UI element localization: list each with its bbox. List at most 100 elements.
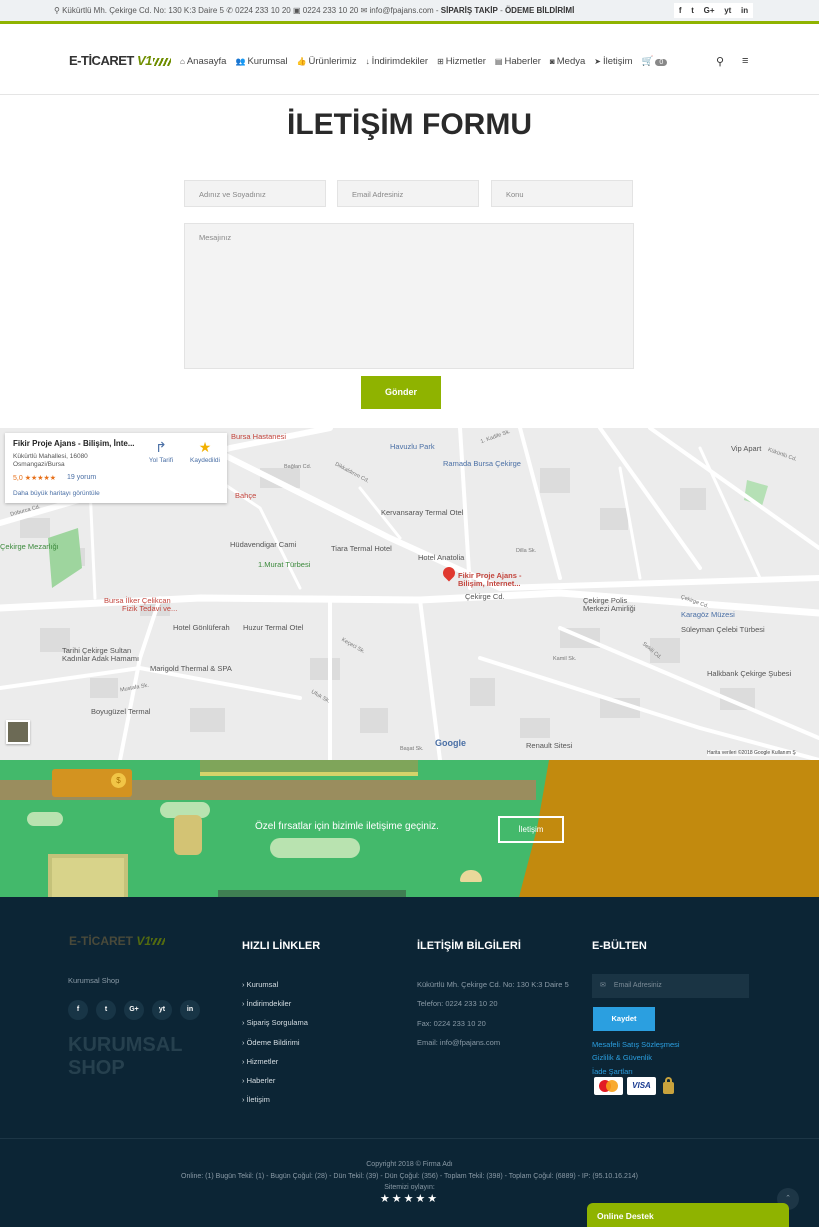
cta-banner: $ Özel fırsatlar için bizimle iletişime … [0,760,819,897]
search-icon[interactable]: ⚲ [716,55,724,68]
quick-link[interactable]: › Haberler [242,1071,308,1090]
email-input[interactable]: Email Adresiniz [337,180,479,207]
twitter-icon[interactable]: t [96,1000,116,1020]
nav-item-corporate[interactable]: 👥 Kurumsal [235,56,287,67]
footer-logo[interactable]: E-TİCARET V1 [69,934,166,948]
rate-site-label: Sitemizi oylayın: [384,1184,435,1191]
legal-link-returns[interactable]: İade Şartları [592,1065,680,1078]
youtube-icon[interactable]: yt [724,6,731,15]
map-label: Ramada Bursa Çekirge [443,459,521,468]
footer-divider [0,1138,819,1139]
contact-fax: Fax: 0224 233 10 20 [417,1018,486,1028]
topbar-social: f t G+ yt in [674,3,753,18]
place-name[interactable]: Fikir Proje Ajans - Bilişim, İnte... [13,439,135,448]
star-icon: ★ [198,439,212,455]
mastercard-icon [594,1077,623,1095]
logo-stripes [152,57,171,66]
map-label: Marigold Thermal & SPA [150,664,232,673]
place-rating: 5,0 ★★★★★ [13,475,57,482]
camera-icon: ◙ [549,57,555,66]
nav-label: Hizmetler [445,56,486,67]
nav-item-discounts[interactable]: ↓ İndirimdekiler [366,56,429,67]
visa-icon: VISA [627,1077,656,1095]
legal-link-privacy[interactable]: Gizlilik & Güvenlik [592,1051,680,1064]
google-plus-icon[interactable]: G+ [124,1000,144,1020]
legal-link-distance-sales[interactable]: Mesafeli Satış Sözleşmesi [592,1038,680,1051]
quick-link[interactable]: › Ödeme Bildirimi [242,1033,308,1052]
satellite-toggle[interactable] [6,720,30,744]
site-logo[interactable]: E-TİCARET V1 [69,53,171,68]
nav-item-media[interactable]: ◙ Medya [550,56,585,67]
quick-link[interactable]: › Kurumsal [242,975,308,994]
youtube-icon[interactable]: yt [152,1000,172,1020]
top-bar: ⚲ Kükürtlü Mh. Çekirge Cd. No: 130 K:3 D… [0,0,819,24]
map-label: Bahçe [235,491,257,500]
map-label: Renault Sitesi [526,741,573,750]
topbar-email[interactable]: info@fpajans.com [370,6,434,15]
parachute-illustration [460,870,482,882]
online-support-tab[interactable]: Online Destek [587,1203,789,1227]
nav-item-services[interactable]: ⊞ Hizmetler [437,56,486,67]
nav-item-products[interactable]: 👍 Ürünlerimiz [297,56,357,67]
site-footer: E-TİCARET V1 Kurumsal Shop f t G+ yt in … [0,897,819,1227]
quick-links-list: › Kurumsal › İndirimdekiler › Sipariş So… [242,975,308,1109]
twitter-icon[interactable]: t [691,6,694,15]
quick-link[interactable]: › Sipariş Sorgulama [242,1013,308,1032]
street-label: Bağlan Cd. [284,464,312,470]
banner-contact-button[interactable]: İletişim [498,816,564,843]
footer-logo-v1: V1 [136,934,152,948]
footer-social: f t G+ yt in [68,1000,200,1020]
contact-info-bar: ⚲ Kükürtlü Mh. Çekirge Cd. No: 130 K:3 D… [54,6,575,15]
facebook-icon[interactable]: f [68,1000,88,1020]
message-textarea[interactable]: Mesajınız [184,223,634,369]
legal-links: Mesafeli Satış Sözleşmesi Gizlilik & Güv… [592,1038,680,1078]
nav-label: Medya [556,56,586,67]
newsletter-email-input[interactable]: ✉ Email Adresiniz [592,974,749,998]
contact-list: Kükürtlü Mh. Çekirge Cd. No: 130 K:3 Dai… [417,975,569,1052]
cloud-illustration [27,812,63,826]
linkedin-icon[interactable]: in [180,1000,200,1020]
cart-button[interactable]: 🛒 0 [642,56,668,67]
nav-label: İletişim [602,56,633,67]
nav-item-news[interactable]: ▤ Haberler [495,56,541,67]
map-label: Havuzlu Park [390,442,435,451]
embedded-map[interactable]: Havuzlu Park Ramada Bursa Çekirge Vip Ap… [0,428,819,760]
name-input[interactable]: Adınız ve Soyadınız [184,180,326,207]
submit-button[interactable]: Gönder [361,376,441,409]
directions-button[interactable]: ↱ Yol Tarifi [142,439,180,464]
quick-link[interactable]: › İletişim [242,1090,308,1109]
facebook-icon[interactable]: f [679,6,682,15]
google-plus-icon[interactable]: G+ [704,6,715,15]
site-header: E-TİCARET V1 ⌂ Anasayfa 👥 Kurumsal 👍 Ürünle… [0,27,819,95]
linkedin-icon[interactable]: in [741,6,748,15]
main-nav: ⌂ Anasayfa 👥 Kurumsal 👍 Ürünlerimiz ↓ İndiri… [180,56,668,67]
street-label: Kamil Sk. [553,656,577,662]
wallet-illustration: $ [52,769,132,797]
saved-button[interactable]: ★ Kaydedildi [185,439,225,464]
subject-input[interactable]: Konu [491,180,633,207]
bigger-map-link[interactable]: Daha büyük haritayı görüntüle [13,490,100,497]
map-attribution[interactable]: Harita verileri ©2018 Google Kullanım Ş [707,750,796,756]
newsletter-save-button[interactable]: Kaydet [593,1007,655,1031]
menu-icon[interactable]: ≡ [742,55,748,67]
quick-link[interactable]: › İndirimdekiler [242,994,308,1013]
quick-link[interactable]: › Hizmetler [242,1052,308,1071]
order-track-link[interactable]: SİPARİŞ TAKİP [441,6,498,15]
contact-title: İLETİŞİM BİLGİLERİ [417,940,521,952]
reviews-link[interactable]: 19 yorum [67,474,96,481]
contact-email[interactable]: Email: info@fpajans.com [417,1033,569,1052]
nav-item-contact[interactable]: ➤ İletişim [594,56,632,67]
nav-item-home[interactable]: ⌂ Anasayfa [180,56,226,67]
map-label: Kervansaray Termal Otel [381,508,464,517]
banner-message: Özel fırsatlar için bizimle iletişime ge… [255,821,439,832]
map-label: Çekirge Mezarlığı [0,542,59,551]
map-label: Fizik Tedavi ve... [122,604,178,613]
fax-icon: ▣ [292,6,303,15]
card-hand-illustration [174,815,202,855]
map-label: Çekirge Cd. [465,592,505,601]
map-label: Süleyman Çelebi Türbesi [681,625,765,634]
payment-notice-link[interactable]: ÖDEME BİLDİRİMİ [505,6,574,15]
map-label: Huzur Termal Otel [243,623,304,632]
map-label: Kadınlar Adak Hamamı [62,654,140,663]
map-label: Halkbank Çekirge Şubesi [707,669,792,678]
